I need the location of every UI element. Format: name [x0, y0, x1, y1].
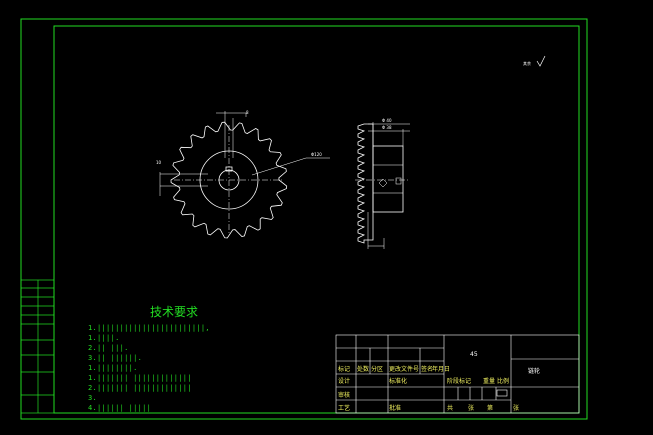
material-label: 45 [470, 351, 478, 358]
tech-req-line: 2.|| |||. [88, 344, 129, 352]
side-strip [20, 279, 55, 414]
roughness-symbol: 其余 [523, 55, 546, 67]
title-block [335, 334, 580, 414]
hub-dia-dim-1: Φ 40 [382, 118, 392, 123]
tech-req-line: 4.|||||| ||||| [88, 404, 151, 412]
side-teeth-profile [357, 123, 374, 244]
drawing-name-label: 链轮 [528, 367, 540, 375]
tech-req-line: 1.||||. [88, 334, 120, 342]
key-width-dim: 8 [246, 110, 249, 115]
tech-req-notes: 1.||||||||||||||||||||||||, 1.||||. 2.||… [88, 324, 210, 412]
svg-text:阶段标记: 阶段标记 [447, 377, 471, 385]
tech-req-line: 2.||||||| ||||||||||||| [88, 384, 192, 392]
hub-dia-dim-2: Φ 38 [382, 125, 392, 130]
svg-text:批准: 批准 [389, 404, 401, 412]
svg-text:工艺: 工艺 [338, 404, 350, 412]
svg-text:标记: 标记 [338, 365, 350, 373]
roughness-label: 其余 [523, 60, 531, 66]
cad-drawing-sheet: 其余 Φ120 10 8 Φ 40 Φ 38 技术要求 1.||||||||||… [20, 18, 588, 420]
svg-text:审核: 审核 [338, 391, 350, 399]
svg-text:共: 共 [447, 404, 453, 412]
svg-text:年月日: 年月日 [432, 365, 450, 373]
hub-section [372, 145, 404, 213]
svg-text:比例: 比例 [497, 377, 509, 385]
svg-text:设计: 设计 [338, 377, 350, 385]
svg-text:重量: 重量 [483, 377, 495, 385]
tech-req-title: 技术要求 [150, 305, 198, 319]
svg-text:张: 张 [513, 404, 519, 412]
svg-text:处数: 处数 [357, 365, 369, 373]
sprocket-side-view [355, 122, 410, 249]
tech-req-line: 1.||||||||. [88, 364, 138, 372]
tech-req-line: 3. [88, 394, 97, 402]
sprocket-front-view [159, 111, 330, 239]
tech-req-line: 3.|| ||||||. [88, 354, 142, 362]
svg-text:标准化: 标准化 [389, 377, 407, 385]
key-height-dim: 10 [156, 160, 162, 165]
svg-text:分区: 分区 [371, 365, 383, 373]
svg-text:第: 第 [487, 404, 493, 412]
svg-text:更改文件号: 更改文件号 [389, 365, 419, 373]
outer-diameter-dim: Φ120 [311, 152, 322, 157]
tech-req-line: 1.||||||||||||||||||||||||, [88, 324, 210, 332]
title-block-labels: 标记 处数 分区 更改文件号 签名 年月日 设计 标准化 审核 工艺 批准 阶段… [338, 351, 540, 412]
svg-text:张: 张 [468, 404, 474, 412]
tech-req-line: 1.||||||| ||||||||||||| [88, 374, 192, 382]
